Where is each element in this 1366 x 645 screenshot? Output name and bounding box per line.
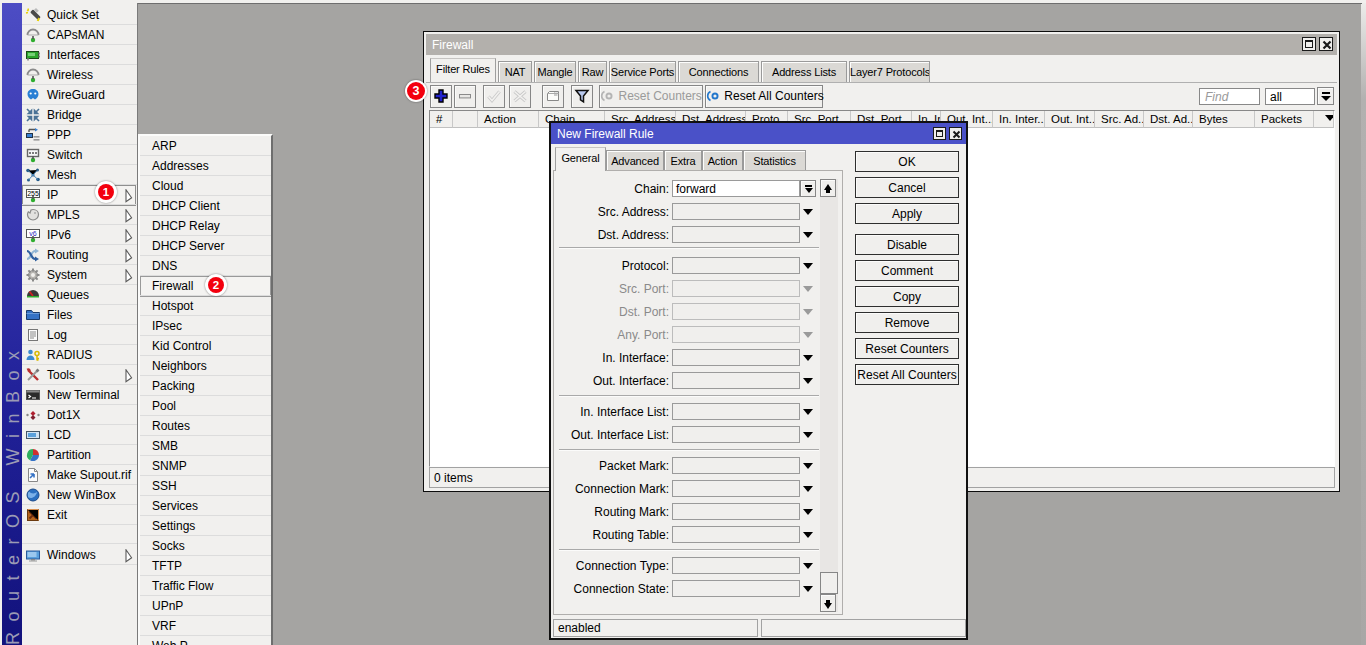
svg-text:255: 255 xyxy=(27,190,39,197)
svg-text:v6: v6 xyxy=(29,230,37,237)
